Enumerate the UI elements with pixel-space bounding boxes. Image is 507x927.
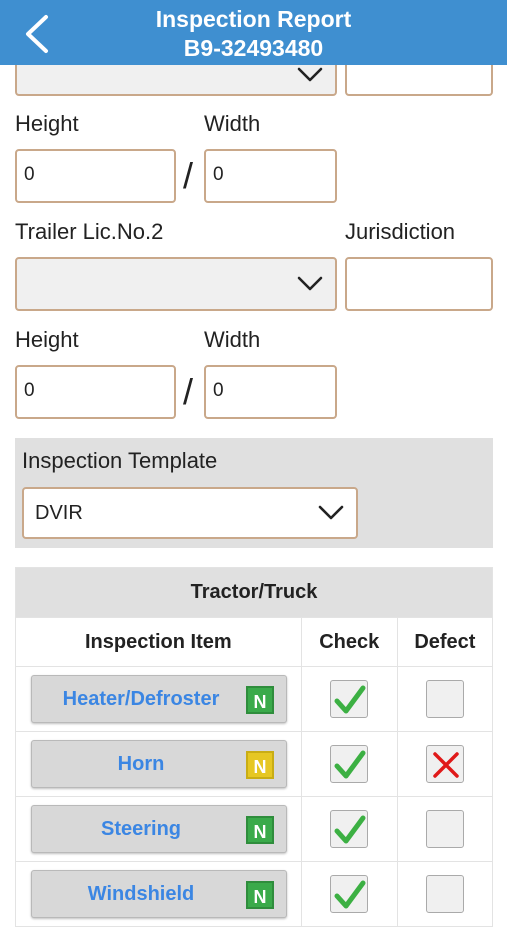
check-checkbox[interactable] [330, 745, 369, 783]
inspection-template-select[interactable]: DVIR [22, 487, 358, 539]
width-1-label: Width [204, 111, 261, 136]
width-2-label: Width [204, 327, 261, 352]
table-row: Heater/Defroster N [15, 666, 494, 732]
inspection-item-button[interactable]: Windshield N [31, 870, 287, 918]
checkmark-icon [334, 880, 366, 909]
defect-checkbox[interactable] [425, 745, 464, 783]
inspection-item-button[interactable]: Horn N [31, 740, 287, 788]
checkmark-icon [334, 815, 366, 844]
inspection-template-label: Inspection Template [22, 448, 218, 473]
checkmark-icon [334, 685, 366, 714]
defect-checkbox[interactable] [425, 875, 464, 913]
report-number: B9-32493480 [183, 35, 324, 61]
jurisdiction-2-label: Jurisdiction [345, 219, 456, 244]
status-badge: N [246, 816, 274, 844]
defect-checkbox[interactable] [425, 680, 464, 718]
height-1-label: Height [15, 111, 79, 136]
check-checkbox[interactable] [330, 875, 369, 913]
column-header-defect: Defect [396, 617, 494, 667]
column-header-item: Inspection Item [15, 617, 302, 667]
chevron-down-icon [297, 276, 323, 291]
page-title: Inspection Report [155, 6, 352, 32]
check-checkbox[interactable] [330, 810, 369, 848]
inspection-item-button[interactable]: Heater/Defroster N [31, 675, 287, 723]
inspection-item-label: Horn [117, 753, 165, 775]
column-header-check: Check [300, 617, 398, 667]
table-row: Steering N [15, 796, 494, 862]
status-badge: N [246, 881, 274, 909]
inspection-item-label: Steering [100, 818, 182, 840]
jurisdiction-2-field[interactable] [345, 257, 493, 311]
height-1-input[interactable]: 0 [15, 149, 176, 203]
dimension-separator: / [183, 371, 194, 412]
dimension-separator: / [183, 155, 194, 196]
trailer-lic-2-label: Trailer Lic.No.2 [15, 219, 164, 244]
chevron-down-icon [318, 505, 344, 520]
table-row: Horn N [15, 731, 494, 797]
inspection-item-button[interactable]: Steering N [31, 805, 287, 853]
status-badge: N [246, 686, 274, 714]
table-title: Tractor/Truck [15, 567, 493, 618]
width-1-input[interactable]: 0 [204, 149, 337, 203]
defect-checkbox[interactable] [425, 810, 464, 848]
trailer-lic-2-select[interactable] [15, 257, 337, 311]
status-badge: N [246, 751, 274, 779]
check-checkbox[interactable] [330, 680, 369, 718]
inspection-item-label: Windshield [87, 883, 195, 905]
checkmark-icon [334, 750, 366, 779]
inspection-template-value: DVIR [35, 502, 83, 524]
height-2-label: Height [15, 327, 79, 352]
x-mark-icon [433, 752, 459, 778]
height-2-input[interactable]: 0 [15, 365, 176, 419]
chevron-down-icon [297, 67, 323, 82]
table-row: Windshield N [15, 861, 494, 927]
top-bar: Inspection Report B9-32493480 [0, 0, 507, 65]
inspection-item-label: Heater/Defroster [62, 688, 220, 710]
width-2-input[interactable]: 0 [204, 365, 337, 419]
inspection-table: Tractor/Truck Inspection Item Check Defe… [15, 567, 494, 927]
